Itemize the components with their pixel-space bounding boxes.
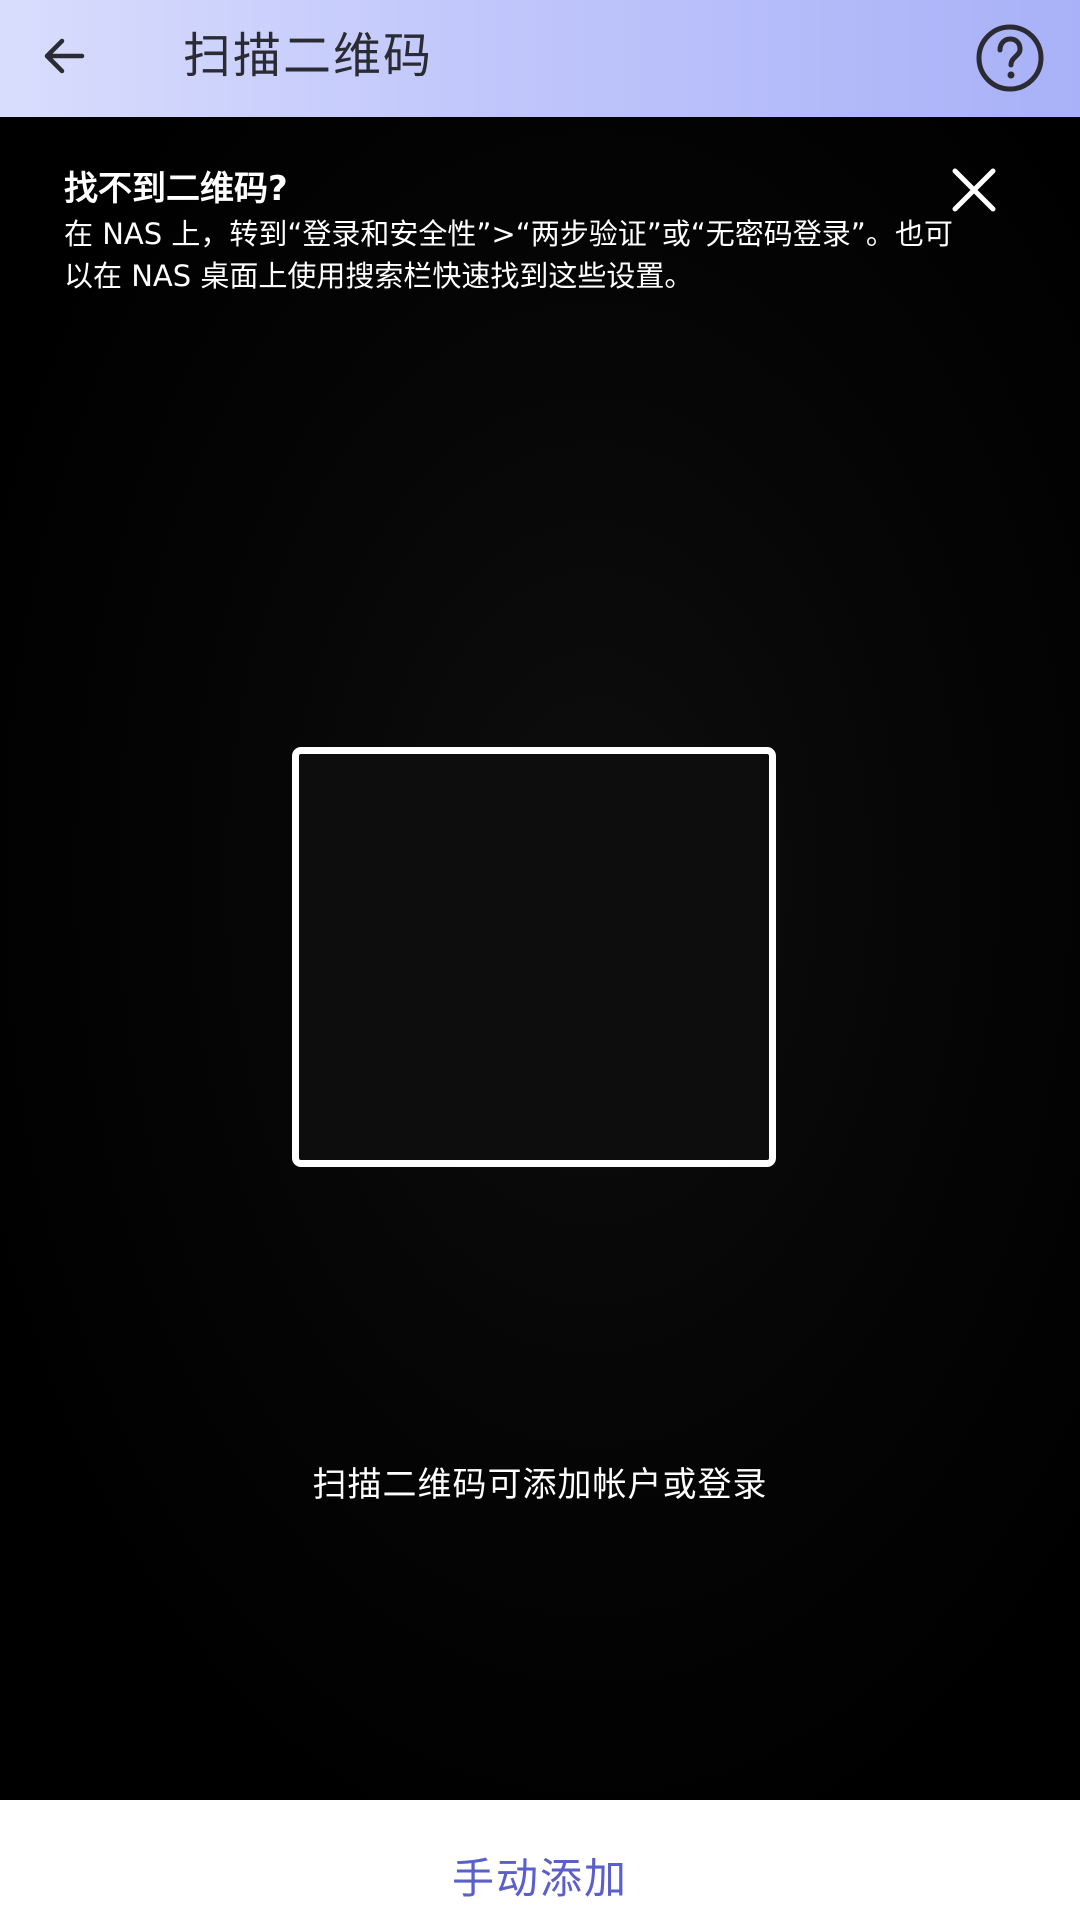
help-button[interactable] [970,18,1050,98]
bottom-bar: 手动添加 [0,1800,1080,1920]
arrow-left-icon [44,38,85,74]
hint-body: 在 NAS 上，转到“登录和安全性”>“两步验证”或“无密码登录”。也可以在 N… [64,217,953,293]
qr-not-found-hint: 找不到二维码? 在 NAS 上，转到“登录和安全性”>“两步验证”或“无密码登录… [64,167,964,297]
manual-add-button[interactable]: 手动添加 [0,1800,1080,1920]
camera-preview: 找不到二维码? 在 NAS 上，转到“登录和安全性”>“两步验证”或“无密码登录… [0,117,1080,1800]
close-icon [952,168,996,212]
close-hint-button[interactable] [944,160,1004,220]
back-button[interactable] [28,20,100,92]
scan-frame [292,747,776,1167]
page-title: 扫描二维码 [183,28,434,84]
scan-caption: 扫描二维码可添加帐户或登录 [312,1465,768,1505]
question-circle-icon [976,24,1044,92]
scan-qr-screen: 扫描二维码 找不到二维码? 在 NAS 上，转到“登录和安全性”>“两步验证”或… [0,0,1080,1920]
app-bar: 扫描二维码 [0,0,1080,117]
hint-title: 找不到二维码? [64,169,288,209]
